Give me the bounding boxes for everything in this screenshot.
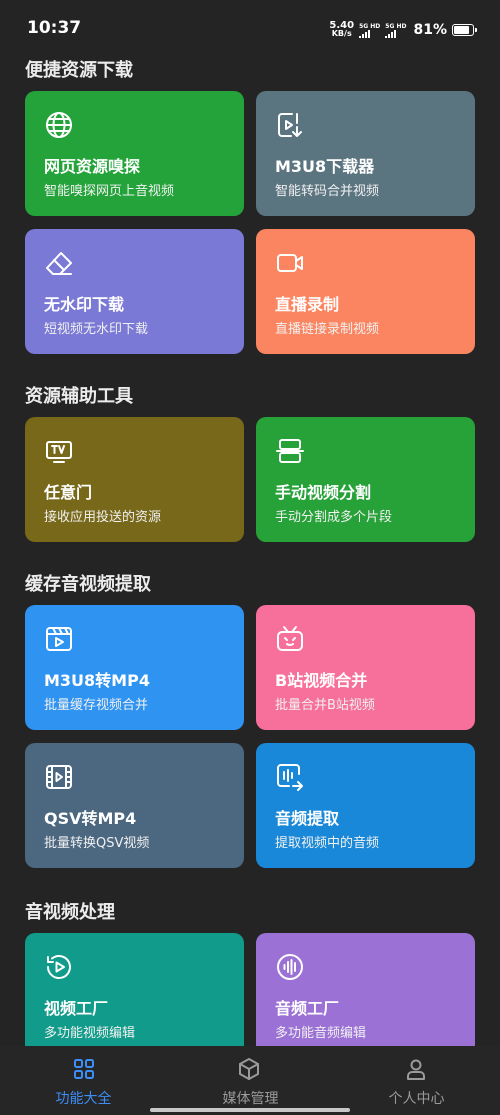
card-title: M3U8下载器 <box>275 157 375 176</box>
card-video-factory[interactable]: 视频工厂 多功能视频编辑 <box>25 933 244 1046</box>
card-subtitle: 短视频无水印下载 <box>44 322 149 337</box>
signal-sim1-label: 5G HD <box>359 22 381 30</box>
signal-sim2: 5G HD <box>385 23 406 38</box>
network-speed-unit: KB/s <box>331 29 352 38</box>
card-subtitle: 多功能音频编辑 <box>275 1026 367 1041</box>
bottom-nav: 功能大全 媒体管理 个人中心 <box>0 1046 500 1115</box>
card-title: 音频工厂 <box>275 999 340 1018</box>
card-title: QSV转MP4 <box>44 809 137 828</box>
card-title: M3U8转MP4 <box>44 671 150 690</box>
signal-bars-icon <box>385 29 397 38</box>
card-qsv-to-mp4[interactable]: QSV转MP4 批量转换QSV视频 <box>25 743 244 868</box>
nav-tab-profile[interactable]: 个人中心 <box>333 1046 500 1115</box>
card-subtitle: 批量合并B站视频 <box>275 698 375 713</box>
card-video-split[interactable]: 手动视频分割 手动分割成多个片段 <box>256 417 475 542</box>
card-title: B站视频合并 <box>275 671 368 690</box>
video-camera-icon <box>275 248 305 278</box>
audio-extract-icon <box>275 762 305 792</box>
card-bilibili-merge[interactable]: B站视频合并 批量合并B站视频 <box>256 605 475 730</box>
nav-tab-label: 功能大全 <box>55 1091 112 1107</box>
card-web-sniffer[interactable]: 网页资源嗅探 智能嗅探网页上音视频 <box>25 91 244 216</box>
card-m3u8-to-mp4[interactable]: M3U8转MP4 批量缓存视频合并 <box>25 605 244 730</box>
battery-fill <box>454 26 469 34</box>
card-subtitle: 智能转码合并视频 <box>275 184 380 199</box>
nav-tab-label: 个人中心 <box>388 1091 445 1107</box>
card-subtitle: 智能嗅探网页上音视频 <box>44 184 175 199</box>
card-audio-extract[interactable]: 音频提取 提取视频中的音频 <box>256 743 475 868</box>
nav-tab-media[interactable]: 媒体管理 <box>167 1046 334 1115</box>
nav-tab-label: 媒体管理 <box>222 1091 279 1107</box>
section-title-download: 便捷资源下载 <box>25 60 133 81</box>
video-clip-icon <box>44 624 74 654</box>
card-no-watermark[interactable]: 无水印下载 短视频无水印下载 <box>25 229 244 354</box>
audio-wave-icon <box>275 952 305 982</box>
card-title: 直播录制 <box>275 295 340 314</box>
box-icon <box>237 1057 261 1081</box>
card-subtitle: 批量缓存视频合并 <box>44 698 149 713</box>
play-circle-icon <box>44 952 74 982</box>
signal-bars-icon <box>359 29 371 38</box>
globe-icon <box>44 110 74 140</box>
card-subtitle: 批量转换QSV视频 <box>44 836 150 851</box>
battery-icon <box>452 24 477 36</box>
person-icon <box>404 1057 428 1081</box>
signal-sim2-label: 5G HD <box>385 22 407 30</box>
grid-icon <box>72 1057 96 1081</box>
card-subtitle: 接收应用投送的资源 <box>44 510 162 525</box>
card-title: 网页资源嗅探 <box>44 157 141 176</box>
status-icons: 5.40 KB/s 5G HD 5G HD 81% <box>329 18 477 42</box>
feature-list[interactable]: 便捷资源下载 网页资源嗅探 智能嗅探网页上音视频 M3U8下载器 智能转码合并视… <box>0 56 500 1046</box>
card-any-door[interactable]: 任意门 接收应用投送的资源 <box>25 417 244 542</box>
card-audio-factory[interactable]: 音频工厂 多功能音频编辑 <box>256 933 475 1046</box>
card-subtitle: 手动分割成多个片段 <box>275 510 393 525</box>
card-title: 音频提取 <box>275 809 340 828</box>
network-speed: 5.40 KB/s <box>329 21 354 38</box>
status-time: 10:37 <box>27 18 82 38</box>
battery-percent: 81% <box>413 22 447 38</box>
card-subtitle: 直播链接录制视频 <box>275 322 380 337</box>
eraser-icon <box>44 248 74 278</box>
card-subtitle: 提取视频中的音频 <box>275 836 380 851</box>
tv-icon <box>44 436 74 466</box>
section-title-cache: 缓存音视频提取 <box>25 574 151 595</box>
film-icon <box>44 762 74 792</box>
video-download-icon <box>275 110 305 140</box>
card-title: 手动视频分割 <box>275 483 372 502</box>
card-subtitle: 多功能视频编辑 <box>44 1026 136 1041</box>
split-icon <box>275 436 305 466</box>
status-bar: 10:37 5.40 KB/s 5G HD 5G HD 81% <box>0 0 500 56</box>
home-indicator[interactable] <box>150 1108 350 1112</box>
signal-sim1: 5G HD <box>359 23 380 38</box>
nav-tab-features[interactable]: 功能大全 <box>0 1046 167 1115</box>
card-title: 无水印下载 <box>44 295 125 314</box>
section-title-processing: 音视频处理 <box>25 902 115 923</box>
card-title: 视频工厂 <box>44 999 109 1018</box>
card-title: 任意门 <box>44 483 93 502</box>
section-title-tools: 资源辅助工具 <box>25 386 133 407</box>
card-live-record[interactable]: 直播录制 直播链接录制视频 <box>256 229 475 354</box>
card-m3u8-downloader[interactable]: M3U8下载器 智能转码合并视频 <box>256 91 475 216</box>
bilibili-icon <box>275 624 305 654</box>
